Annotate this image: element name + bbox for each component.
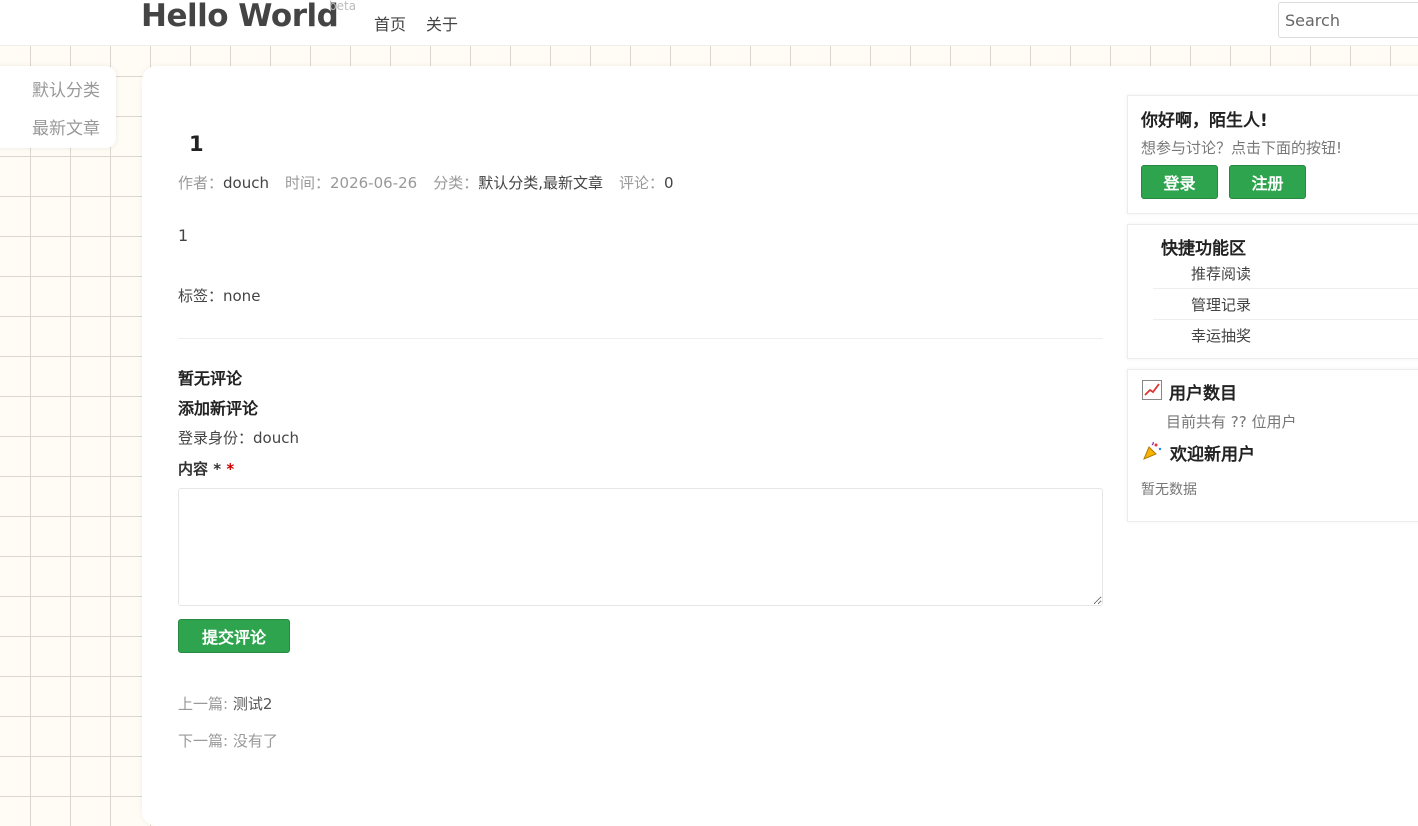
welcome-empty-text: 暂无数据 [1141,482,1197,498]
quick-item-admin-log[interactable]: 管理记录 [1153,290,1418,320]
prev-post-nav: 上一篇: 测试2 [178,693,272,714]
next-post-nav: 下一篇: 没有了 [178,730,278,751]
post-body: 1 [178,226,189,245]
comment-textarea[interactable] [178,488,1103,606]
post-meta: 作者：douch 时间：2026-06-26 分类：默认分类,最新文章 评论：0 [178,172,674,193]
required-mark: * [226,460,235,478]
comments-label: 评论： [618,174,664,192]
greeting-text: 想参与讨论？点击下面的按钮! [1141,139,1343,157]
nav-home-link[interactable]: 首页 [374,11,406,35]
post-title[interactable]: 1 [189,132,204,156]
greeting-widget: 你好啊，陌生人! 想参与讨论？点击下面的按钮! 登录 注册 [1127,95,1418,214]
quick-item-lottery[interactable]: 幸运抽奖 [1153,321,1418,351]
welcome-title: 欢迎新用户 [1170,445,1255,465]
no-comments-heading: 暂无评论 [178,369,243,388]
divider [178,338,1103,339]
comment-count[interactable]: 0 [664,174,674,192]
quick-functions-widget: 快捷功能区 推荐阅读 管理记录 幸运抽奖 [1127,224,1418,359]
author-link[interactable]: douch [223,174,269,192]
content-field-label: 内容 * * [178,460,235,478]
category-panel: 默认分类 最新文章 [0,66,116,148]
party-popper-icon [1143,441,1162,460]
beta-badge: beta [329,0,357,13]
greeting-title: 你好啊，陌生人! [1141,111,1268,131]
site-logo[interactable]: Hello World [141,0,339,34]
category-label: 分类： [433,174,479,192]
add-comment-heading: 添加新评论 [178,399,259,418]
user-count-title: 用户数目 [1169,384,1237,404]
login-button[interactable]: 登录 [1141,165,1218,199]
next-post-text: 没有了 [232,732,278,750]
category-default-link[interactable]: 默认分类 [32,76,100,101]
next-post-label: 下一篇: [178,732,229,750]
top-header: Hello World beta 首页 关于 [0,0,1418,46]
user-count-text: 目前共有 ?? 位用户 [1166,413,1297,431]
submit-comment-button[interactable]: 提交评论 [178,619,290,653]
users-widget: 用户数目 目前共有 ?? 位用户 欢迎新用户 暂无数据 [1127,369,1418,522]
post-category-link[interactable]: 默认分类,最新文章 [478,174,603,192]
quick-item-recommended[interactable]: 推荐阅读 [1153,259,1418,289]
post-time: 2026-06-26 [330,174,418,192]
author-label: 作者： [178,174,224,192]
login-identity: 登录身份：douch [178,429,299,447]
nav-about-link[interactable]: 关于 [426,11,458,35]
quick-functions-title: 快捷功能区 [1161,239,1246,259]
main-nav: 首页 关于 [374,11,458,35]
category-latest-link[interactable]: 最新文章 [32,114,100,139]
search-input[interactable] [1278,2,1418,38]
prev-post-label: 上一篇: [178,695,229,713]
time-label: 时间： [284,174,330,192]
register-button[interactable]: 注册 [1229,165,1306,199]
post-tags: 标签：none [178,287,261,305]
chart-icon [1142,380,1162,400]
prev-post-link[interactable]: 测试2 [233,695,273,713]
